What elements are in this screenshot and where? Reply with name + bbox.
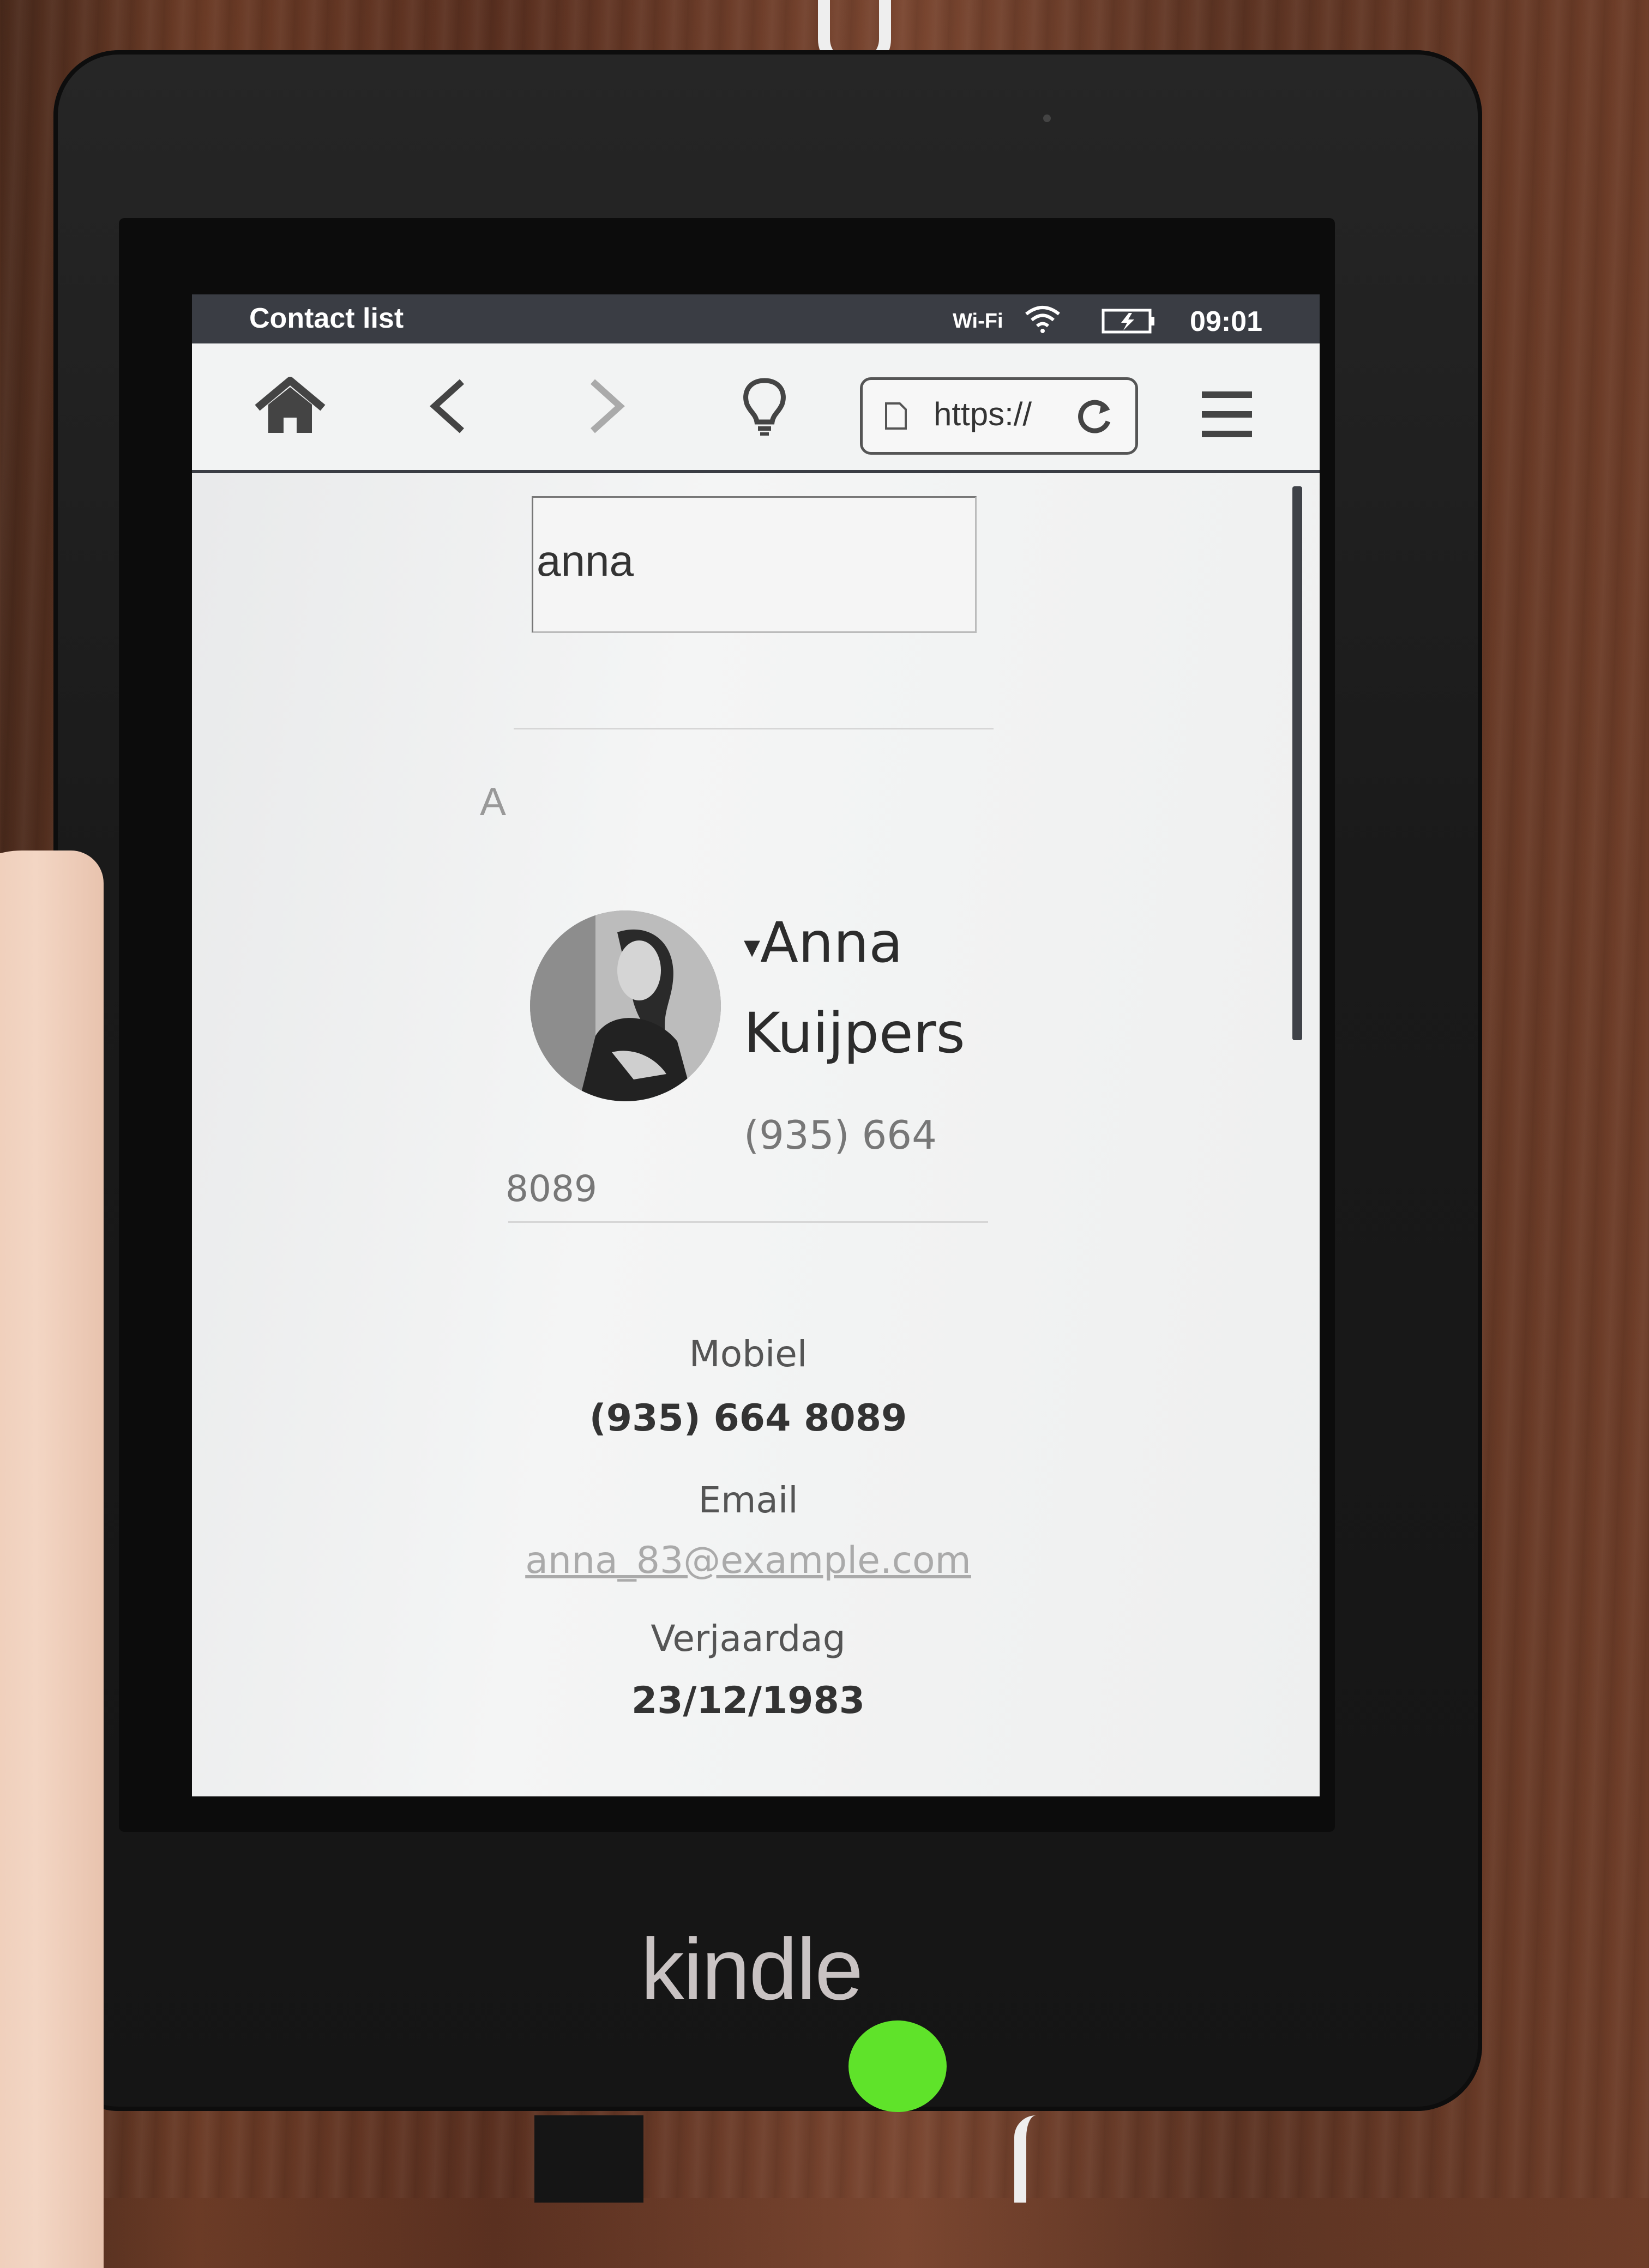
contact-first-name: Anna [760, 910, 903, 975]
expand-caret-icon: ▾ [744, 927, 761, 966]
scrollbar[interactable] [1292, 486, 1302, 1040]
birthday-detail: Verjaardag [476, 1618, 1021, 1660]
battery-charging-icon [1102, 309, 1154, 334]
kindle-screen: Contact list Wi-Fi 09:01 https:// anna A… [192, 294, 1320, 1796]
birthday-value-row: 23/12/1983 [476, 1679, 1021, 1722]
lightbulb-icon[interactable] [737, 376, 792, 436]
contact-phone-part2: 8089 [505, 1168, 597, 1210]
email-link[interactable]: anna_83@example.com [476, 1539, 1021, 1582]
wifi-label: Wi-Fi [953, 310, 1003, 333]
email-value-row: anna_83@example.com [476, 1539, 1021, 1582]
contact-phone-part1: (935) 664 [744, 1112, 937, 1158]
email-label: Email [698, 1479, 798, 1521]
contact-avatar[interactable] [530, 910, 721, 1101]
url-bar[interactable]: https:// [860, 377, 1138, 455]
mobile-value-row: (935) 664 8089 [476, 1397, 1021, 1440]
search-input[interactable]: anna [532, 496, 977, 633]
avatar-photo [530, 910, 721, 1101]
page-document-icon [885, 402, 907, 430]
contact-name[interactable]: ▾Anna Kuijpers [744, 900, 1006, 1077]
menu-icon[interactable] [1202, 388, 1252, 441]
mobile-detail: Mobiel [476, 1333, 1021, 1375]
email-detail: Email [476, 1479, 1021, 1521]
status-time: 09:01 [1190, 306, 1262, 337]
reload-icon[interactable] [1075, 397, 1114, 436]
kindle-logo: kindle [641, 1920, 863, 2018]
wifi-icon [1025, 306, 1060, 333]
birthday-label: Verjaardag [651, 1618, 846, 1660]
browser-toolbar: https:// [192, 343, 1320, 473]
light-sensor [1043, 114, 1051, 122]
contact-last-name: Kuijpers [744, 1001, 965, 1066]
divider [508, 1221, 988, 1223]
hand [0, 850, 104, 2268]
usb-cable-bottom [1014, 2115, 1064, 2203]
usb-plug [534, 2115, 643, 2203]
green-sticker [848, 2020, 947, 2112]
forward-icon[interactable] [579, 376, 634, 436]
birthday-value: 23/12/1983 [631, 1679, 865, 1722]
divider [514, 728, 994, 729]
mobile-value[interactable]: (935) 664 8089 [476, 1397, 1021, 1440]
mobile-label: Mobiel [689, 1333, 808, 1375]
search-input-value: anna [537, 536, 634, 585]
url-text: https:// [934, 396, 1032, 432]
back-icon[interactable] [421, 376, 476, 436]
status-bar: Contact list Wi-Fi 09:01 [192, 294, 1320, 343]
section-letter: A [480, 780, 507, 824]
status-bar-title: Contact list [249, 303, 404, 334]
home-icon[interactable] [253, 376, 327, 436]
